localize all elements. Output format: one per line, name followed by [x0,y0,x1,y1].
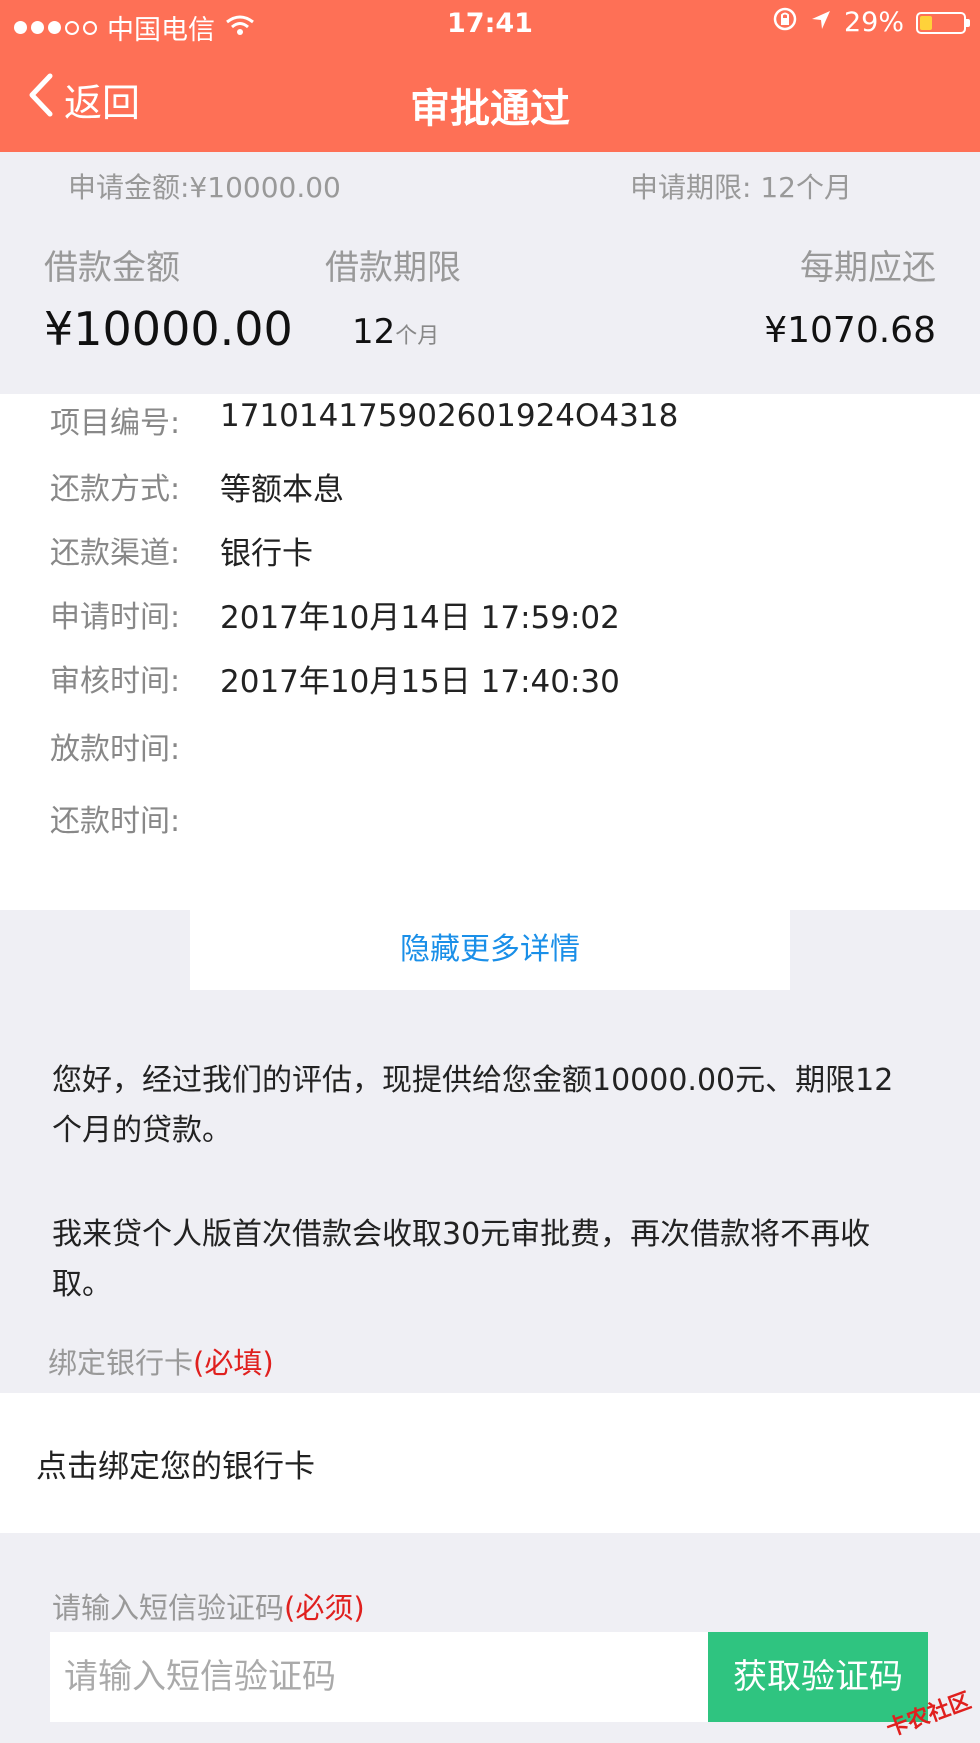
sms-required: (必须) [284,1591,365,1625]
loan-term-label: 借款期限 [325,248,461,288]
detail-label-repay-time: 还款时间: [50,804,181,839]
sms-code-input[interactable] [50,1632,708,1722]
detail-value-review-time: 2017年10月15日 17:40:30 [220,664,620,700]
detail-label-repay-channel: 还款渠道: [50,536,181,571]
nav-bar: 返回 审批通过 [0,48,980,152]
apply-amount: 申请金额:¥10000.00 [68,171,341,204]
page-title: 审批通过 [410,86,570,132]
battery-level [920,15,932,30]
bind-card-label: 绑定银行卡(必填) [48,1340,274,1382]
sms-label: 请输入短信验证码(必须) [52,1585,365,1627]
loan-term-unit: 个月 [395,324,440,349]
detail-label-project-id: 项目编号: [50,406,181,441]
detail-label-apply-time: 申请时间: [50,600,181,635]
detail-label-repay-method: 还款方式: [50,472,181,507]
detail-value-project-id: 171014175902601924O4318 [220,398,679,434]
header: 中国电信 17:41 29% 返回 审批通过 [0,0,980,152]
bind-card-label-text: 绑定银行卡 [48,1346,194,1380]
bind-card-row[interactable]: 点击绑定您的银行卡 [0,1393,980,1533]
offer-message: 您好，经过我们的评估，现提供给您金额10000.00元、期限12个月的贷款。 [52,1063,894,1148]
per-period-value: ¥1070.68 [764,310,936,351]
detail-label-disburse-time: 放款时间: [50,732,181,767]
sms-label-text: 请输入短信验证码 [52,1591,285,1625]
status-right: 29% [772,6,970,39]
back-label: 返回 [64,81,141,125]
loan-amount-value: ¥10000.00 [44,302,293,356]
loan-term-value: 12 [352,312,396,352]
bind-card-required: (必填) [193,1346,274,1380]
per-period-label: 每期应还 [800,248,936,288]
back-button[interactable]: 返回 [28,72,140,127]
detail-value-repay-method: 等额本息 [220,472,344,508]
battery-percent: 29% [843,7,904,38]
battery-icon [916,11,970,34]
hide-details-button[interactable]: 隐藏更多详情 [190,910,790,990]
rotation-lock-icon [772,6,798,39]
loan-amount-label: 借款金额 [44,248,180,288]
apply-term: 申请期限: 12个月 [630,171,852,204]
detail-label-review-time: 审核时间: [50,664,181,699]
details-panel: 项目编号: 171014175902601924O4318 还款方式: 等额本息… [0,394,980,910]
detail-value-repay-channel: 银行卡 [220,536,313,572]
loan-summary: 申请金额:¥10000.00 申请期限: 12个月 借款金额 借款期限 每期应还… [0,152,980,394]
bind-card-action[interactable]: 点击绑定您的银行卡 [36,1441,315,1486]
detail-value-apply-time: 2017年10月14日 17:59:02 [220,600,620,636]
fee-message: 我来贷个人版首次借款会收取30元审批费，再次借款将不再收取。 [52,1217,871,1302]
location-icon [810,7,832,38]
status-bar: 中国电信 17:41 29% [0,0,980,48]
loan-term-value-wrap: 12个月 [352,312,439,352]
chevron-left-icon [28,73,54,126]
